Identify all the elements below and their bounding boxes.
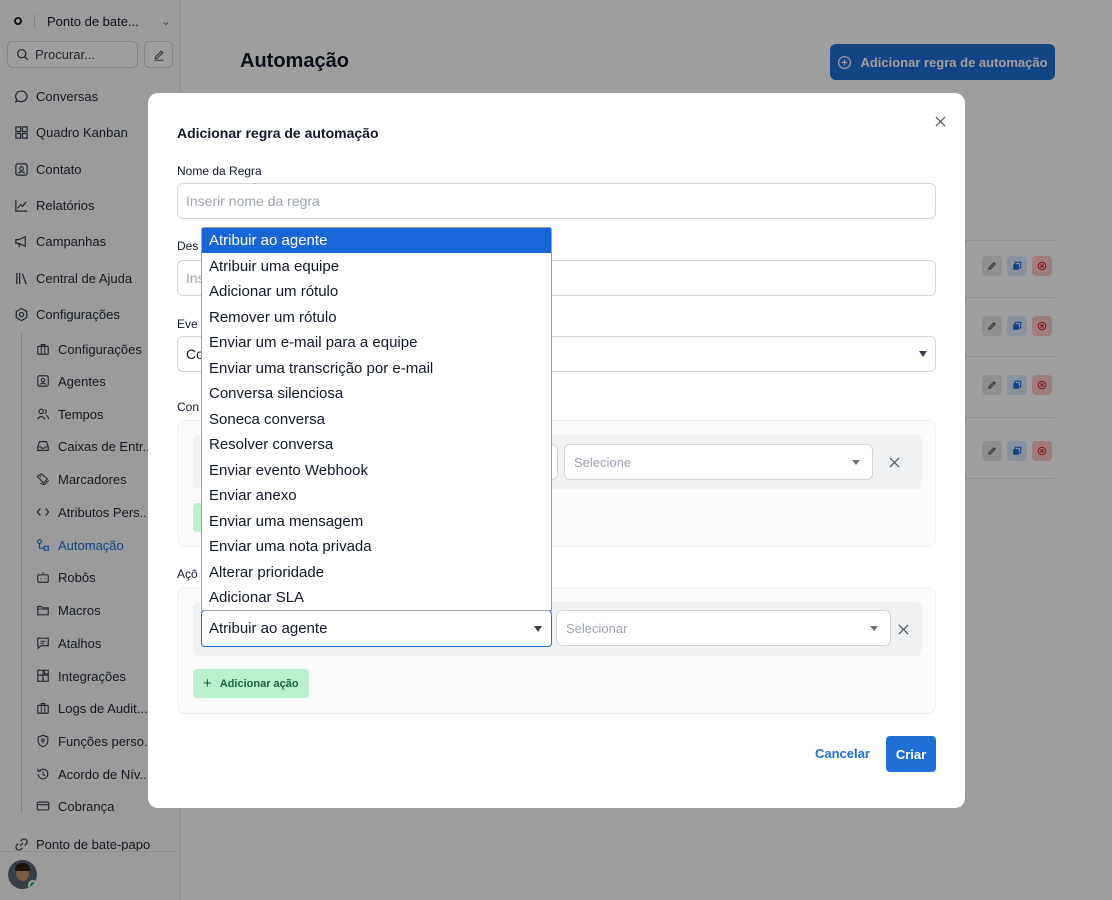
action-value-select[interactable]: Selecionar <box>556 610 891 646</box>
caret-down-icon <box>852 460 860 465</box>
dropdown-option[interactable]: Enviar um e-mail para a equipe <box>202 330 551 355</box>
dropdown-option[interactable]: Soneca conversa <box>202 407 551 432</box>
close-icon <box>934 115 946 127</box>
caret-down-icon <box>870 626 878 631</box>
dropdown-option[interactable]: Adicionar SLA <box>202 585 551 610</box>
caret-down-icon <box>919 351 927 357</box>
condition-value-select[interactable]: Selecione <box>564 444 873 480</box>
cancel-button[interactable]: Cancelar <box>815 746 870 761</box>
remove-condition-button[interactable] <box>884 452 904 472</box>
dropdown-option[interactable]: Adicionar um rótulo <box>202 279 551 304</box>
close-icon <box>897 623 909 635</box>
rule-name-input[interactable] <box>186 184 935 218</box>
add-action-label: Adicionar ação <box>219 677 299 690</box>
dropdown-option[interactable]: Enviar anexo <box>202 483 551 508</box>
action-type-select[interactable]: Atribuir ao agente <box>201 610 552 647</box>
dropdown-option[interactable]: Atribuir uma equipe <box>202 254 551 279</box>
conditions-label: Con <box>177 400 200 414</box>
dropdown-option[interactable]: Enviar uma nota privada <box>202 534 551 559</box>
create-button[interactable]: Criar <box>886 736 936 772</box>
dropdown-option[interactable]: Resolver conversa <box>202 432 551 457</box>
event-label: Eve <box>177 317 198 331</box>
add-action-button[interactable]: + Adicionar ação <box>193 669 309 698</box>
description-label: Des <box>177 239 199 253</box>
action-value-placeholder: Selecionar <box>566 620 628 636</box>
dropdown-option[interactable]: Enviar uma mensagem <box>202 509 551 534</box>
action-type-dropdown: Atribuir ao agente Atribuir uma equipe A… <box>201 227 552 611</box>
dropdown-option[interactable]: Remover um rótulo <box>202 305 551 330</box>
dropdown-option[interactable]: Enviar uma transcrição por e-mail <box>202 356 551 381</box>
caret-down-icon <box>534 626 542 632</box>
dropdown-option[interactable]: Atribuir ao agente <box>202 228 551 253</box>
rule-name-field <box>177 183 936 219</box>
rule-name-label: Nome da Regra <box>177 164 262 178</box>
close-icon <box>888 456 900 468</box>
close-modal-button[interactable] <box>930 111 950 131</box>
condition-value-placeholder: Selecione <box>574 454 632 470</box>
modal-title: Adicionar regra de automação <box>177 125 379 141</box>
plus-icon: + <box>203 675 212 692</box>
actions-label: Açõ <box>177 567 198 581</box>
action-selected-value: Atribuir ao agente <box>209 620 328 637</box>
dropdown-option[interactable]: Enviar evento Webhook <box>202 458 551 483</box>
dropdown-option[interactable]: Conversa silenciosa <box>202 381 551 406</box>
remove-action-button[interactable] <box>893 619 913 639</box>
dropdown-option[interactable]: Alterar prioridade <box>202 560 551 585</box>
